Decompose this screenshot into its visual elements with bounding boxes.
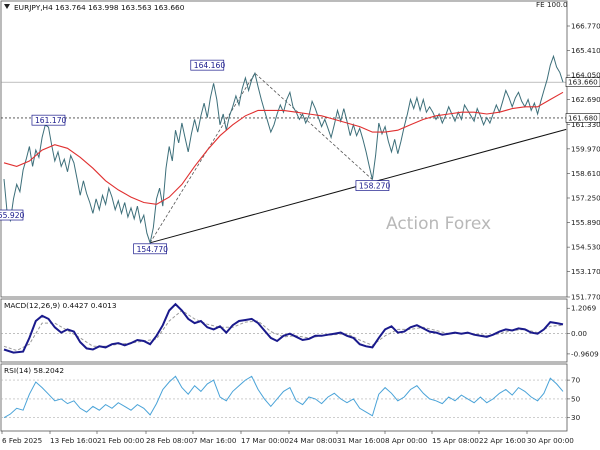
swing-label: 155.920 [0,211,25,220]
price-panel-title: EURJPY,H4 163.764 163.998 163.563 163.66… [14,3,185,12]
swing-label: 158.270 [359,182,391,191]
x-tick-label: 17 Mar 00:00 [241,436,289,445]
chart-background [0,0,600,450]
price-y-tick-label: 155.890 [571,218,600,227]
watermark: Action Forex [386,214,491,234]
x-tick-label: 28 Feb 08:00 [146,436,194,445]
price-y-tick-label: 159.970 [571,144,600,153]
macd-panel-title: MACD(12,26,9) 0.4427 0.4013 [4,301,117,310]
current-price-tag: 163.660 [565,77,600,87]
rsi-y-tick-label: 30 [571,413,581,422]
x-tick-label: 8 Apr 00:00 [385,436,428,445]
rsi-panel-title: RSI(14) 58.2042 [4,366,64,375]
price-y-tick-label: 151.770 [571,293,600,302]
price-y-tick-label: 162.690 [571,95,600,104]
price-y-tick-label: 166.770 [571,22,600,31]
macd-y-tick-label: 1.2069 [571,304,597,313]
level-price-tag: 161.680 [565,113,600,123]
x-tick-label: 15 Apr 08:00 [432,436,479,445]
current-price-value: 163.660 [568,78,598,87]
swing-label: 161.170 [35,116,67,125]
swing-label: 164.160 [194,61,226,70]
macd-y-tick-label: -0.9609 [571,349,599,358]
x-tick-label: 6 Feb 2025 [2,436,42,445]
rsi-y-tick-label: 50 [571,394,581,403]
x-tick-label: 31 Mar 16:00 [337,436,385,445]
price-y-tick-label: 153.170 [571,267,600,276]
eurjpy-chart: 166.770165.410164.050162.690161.330159.9… [0,0,600,450]
rsi-y-tick-label: 70 [571,376,581,385]
corner-text: FE 100.0 [536,0,568,9]
price-y-tick-label: 165.410 [571,46,600,55]
price-y-tick-label: 157.250 [571,193,600,202]
x-tick-label: 13 Feb 16:00 [50,436,98,445]
price-y-tick-label: 158.610 [571,169,600,178]
x-tick-label: 24 Mar 08:00 [289,436,337,445]
x-tick-label: 7 Mar 16:00 [193,436,237,445]
x-tick-label: 30 Apr 00:00 [527,436,574,445]
price-y-tick-label: 154.530 [571,243,600,252]
swing-label: 154.770 [137,245,169,254]
x-tick-label: 22 Apr 16:00 [479,436,526,445]
level-price-value: 161.680 [568,113,598,122]
macd-y-tick-label: 0.00 [571,329,587,338]
x-tick-label: 21 Feb 00:00 [97,436,145,445]
